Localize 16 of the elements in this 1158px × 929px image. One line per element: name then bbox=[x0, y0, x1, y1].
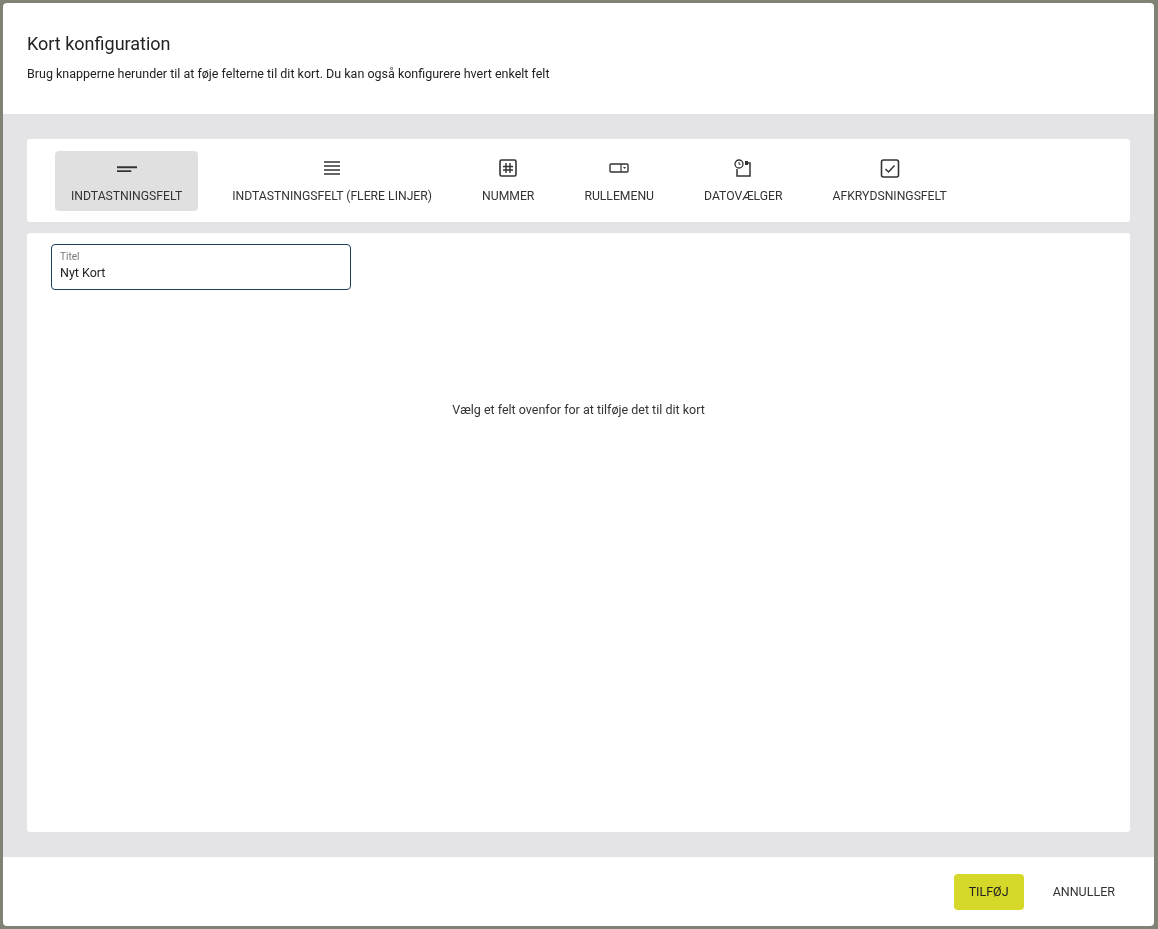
empty-message: Vælg et felt ovenfor for at tilføje det til dit kort bbox=[452, 402, 705, 417]
text-field-icon bbox=[116, 165, 137, 172]
field-type-button[interactable]: RULLEMENU bbox=[568, 150, 671, 211]
date-field-icon bbox=[733, 158, 754, 179]
field-type-button[interactable]: INDTASTNINGSFELT bbox=[55, 150, 199, 211]
dialog-title: Kort konfiguration bbox=[27, 33, 172, 54]
add-button[interactable]: TILFØJ bbox=[953, 873, 1024, 910]
checkbox-field-icon bbox=[879, 158, 900, 179]
cancel-button[interactable]: ANNULLER bbox=[1037, 873, 1130, 910]
dialog-description: Brug knapperne herunder til at føje felterne til dit kort. Du kan også konfigurere hvert enkelt felt bbox=[27, 66, 551, 81]
number-field-icon bbox=[498, 158, 519, 179]
field-type-button[interactable]: NUMMER bbox=[466, 150, 551, 211]
field-type-button[interactable]: DATOVÆLGER bbox=[688, 150, 799, 211]
title-field[interactable]: Titel Nyt Kort bbox=[51, 244, 351, 290]
field-type-button[interactable]: AFKRYDSNINGSFELT bbox=[816, 150, 963, 211]
field-type-button[interactable]: INDTASTNINGSFELT (FLERE LINJER) bbox=[216, 150, 449, 211]
